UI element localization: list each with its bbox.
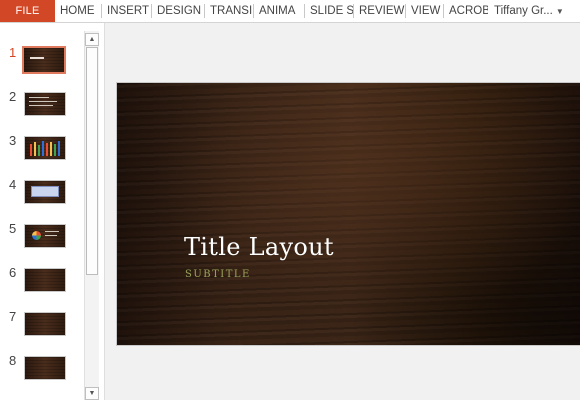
tab-design[interactable]: DESIGN — [152, 4, 205, 18]
slide-thumbnail-4[interactable]: 4 — [0, 176, 84, 216]
tab-view[interactable]: VIEW — [406, 4, 444, 18]
slide-preview — [24, 136, 66, 160]
user-name: Tiffany Gr... — [494, 5, 553, 17]
slide-thumbnail-6[interactable]: 6 — [0, 264, 84, 304]
slide-preview — [24, 180, 66, 204]
slide-thumbnail-7[interactable]: 7 — [0, 308, 84, 348]
scrollbar-thumb[interactable] — [86, 47, 98, 275]
tab-review[interactable]: REVIEW — [354, 4, 406, 18]
slide-title[interactable]: Title Layout — [184, 233, 334, 261]
slide-preview — [24, 92, 66, 116]
slide-number: 4 — [9, 177, 17, 192]
slide-preview — [24, 224, 66, 248]
slide-thumbnail-8[interactable]: 8 — [0, 352, 84, 392]
scroll-up-arrow-icon[interactable]: ▲ — [85, 33, 99, 46]
thumbnail-scrollbar[interactable]: ▲ ▼ — [84, 31, 99, 400]
slide-thumbnail-1[interactable]: 1 — [0, 44, 84, 84]
slide-preview — [22, 46, 66, 74]
ribbon-tabs: HOME INSERT DESIGN TRANSI ANIMA SLIDE S … — [55, 0, 495, 22]
slide-subtitle[interactable]: SUBTITLE — [185, 269, 251, 280]
slide-number: 3 — [9, 133, 17, 148]
slide-preview — [24, 356, 66, 380]
slide-preview — [24, 312, 66, 336]
slide-preview — [24, 268, 66, 292]
slide-thumbnail-2[interactable]: 2 — [0, 88, 84, 128]
tab-slide-show[interactable]: SLIDE S — [305, 4, 354, 18]
scroll-down-arrow-icon[interactable]: ▼ — [85, 387, 99, 400]
tab-transitions[interactable]: TRANSI — [205, 4, 254, 18]
slide-number: 8 — [9, 353, 17, 368]
chevron-down-icon: ▼ — [555, 6, 564, 16]
tab-insert[interactable]: INSERT — [102, 4, 152, 18]
ribbon-tab-bar: FILE HOME INSERT DESIGN TRANSI ANIMA SLI… — [0, 0, 580, 23]
user-account-button[interactable]: Tiffany Gr... ▼ — [488, 0, 580, 22]
slide-number: 6 — [9, 265, 17, 280]
file-tab[interactable]: FILE — [0, 0, 55, 22]
tab-home[interactable]: HOME — [55, 4, 102, 18]
slide-number: 7 — [9, 309, 17, 324]
slide-number: 5 — [9, 221, 17, 236]
slide-number: 1 — [9, 45, 17, 60]
slide-thumbnail-5[interactable]: 5 — [0, 220, 84, 260]
slide-number: 2 — [9, 89, 17, 104]
slide-thumbnail-3[interactable]: 3 — [0, 132, 84, 172]
slide-canvas[interactable]: Title Layout SUBTITLE — [116, 82, 580, 346]
tab-animations[interactable]: ANIMA — [254, 4, 305, 18]
